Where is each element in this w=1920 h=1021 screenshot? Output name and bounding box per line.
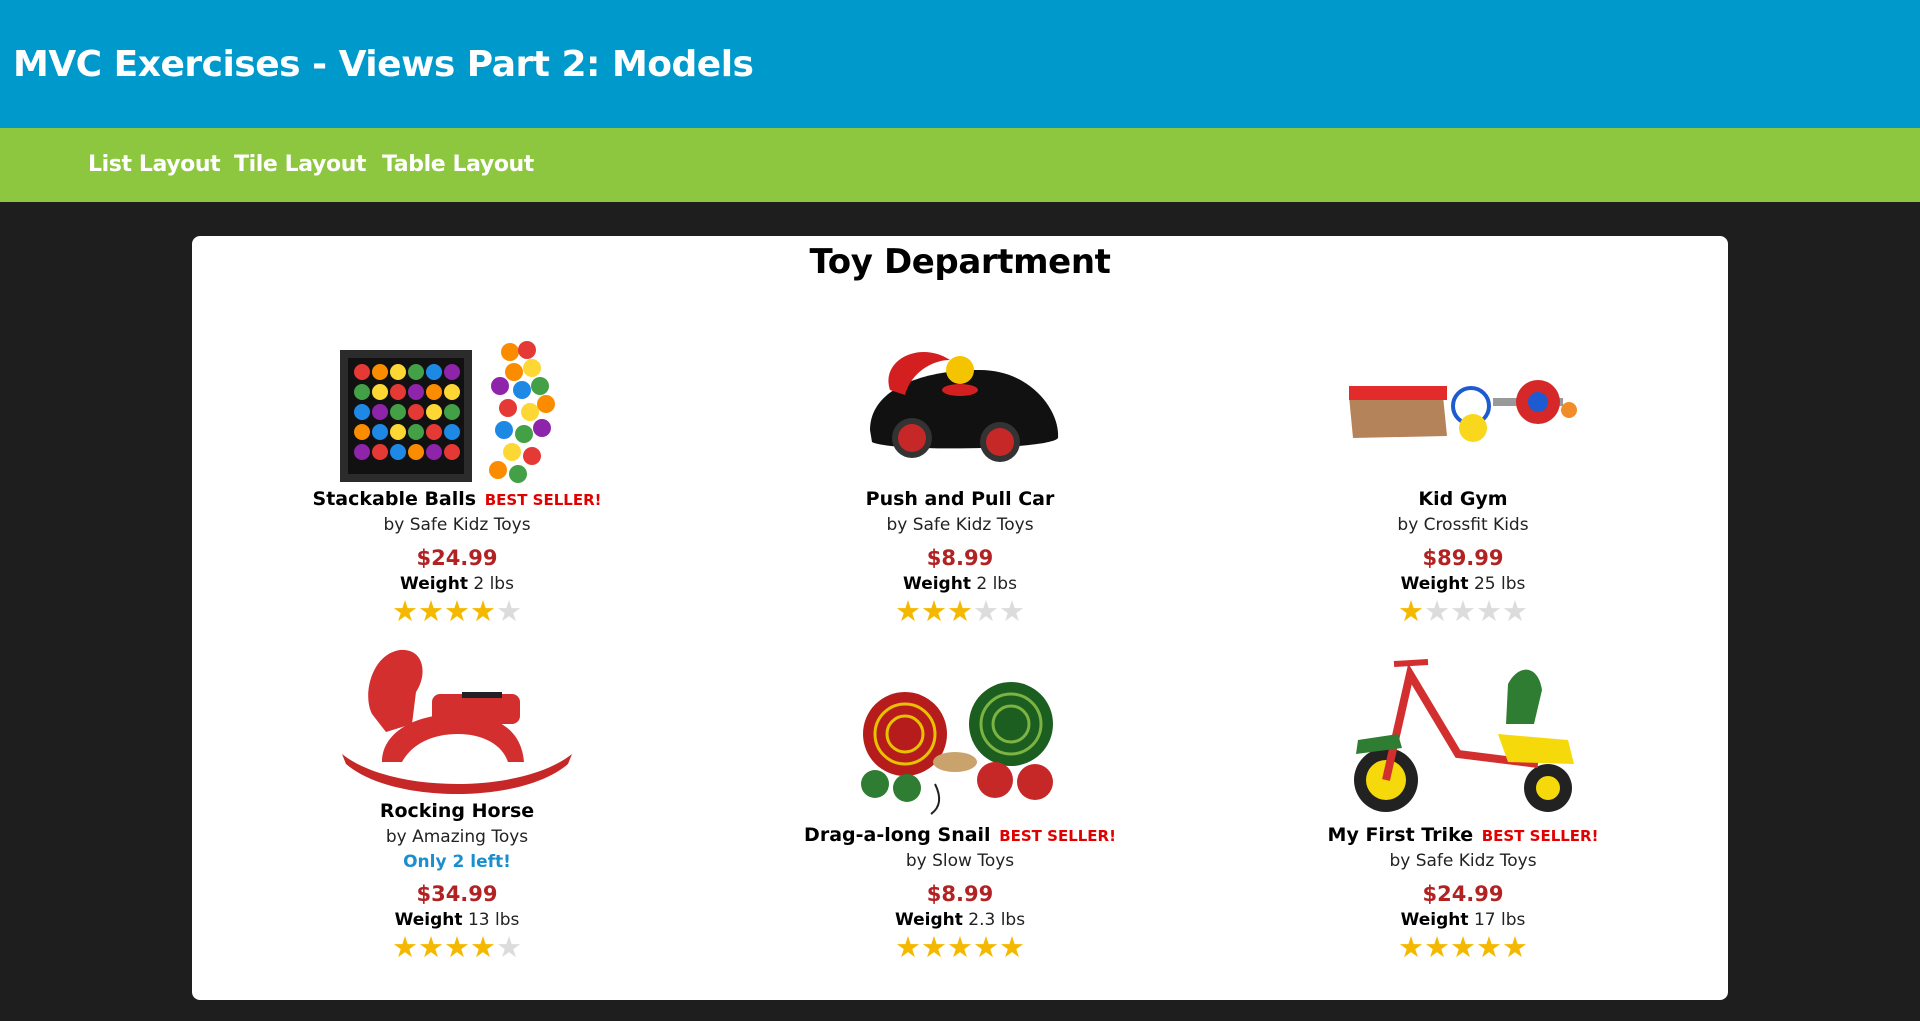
product-weight: Weight 2.3 lbs xyxy=(894,910,1026,930)
product-price: $8.99 xyxy=(926,546,994,570)
product-price: $34.99 xyxy=(416,882,498,906)
trike-image xyxy=(1354,659,1574,812)
rating-stars: ★★★★★ xyxy=(1273,596,1653,626)
rocking-horse-image xyxy=(342,649,572,794)
product-price: $8.99 xyxy=(926,882,994,906)
product-brand: by Slow Toys xyxy=(905,851,1015,871)
star-empty-icon: ★ xyxy=(999,594,1025,628)
rating-stars: ★★★★★ xyxy=(770,932,1150,962)
star-filled-icon: ★ xyxy=(1450,930,1476,964)
rating-stars: ★★★★★ xyxy=(770,596,1150,626)
nav-list-layout[interactable]: List Layout xyxy=(88,152,221,177)
star-filled-icon: ★ xyxy=(947,594,973,628)
stock-note: Only 2 left! xyxy=(403,852,511,872)
star-filled-icon: ★ xyxy=(1502,930,1528,964)
product-brand: by Safe Kidz Toys xyxy=(1389,851,1537,871)
toy-department-panel: Toy Department Stackable Balls BEST SELL… xyxy=(192,236,1728,1000)
star-filled-icon: ★ xyxy=(1424,930,1450,964)
site-title: MVC Exercises - Views Part 2: Models xyxy=(13,44,754,85)
push-pull-car-image xyxy=(870,351,1059,462)
star-empty-icon: ★ xyxy=(973,594,999,628)
product-price: $89.99 xyxy=(1422,546,1504,570)
stackable-balls-image xyxy=(340,341,555,483)
product-name[interactable]: Push and Pull Car xyxy=(770,486,1150,512)
product-weight: Weight 17 lbs xyxy=(1400,910,1526,930)
star-filled-icon: ★ xyxy=(973,930,999,964)
department-title: Toy Department xyxy=(809,242,1111,282)
product-name[interactable]: Stackable Balls BEST SELLER! xyxy=(267,486,647,512)
snail-image xyxy=(861,682,1053,815)
product-price: $24.99 xyxy=(1422,882,1504,906)
product-name[interactable]: My First Trike BEST SELLER! xyxy=(1273,822,1653,848)
product-card[interactable]: My First Trike BEST SELLER! by Safe Kidz… xyxy=(1273,644,1653,984)
star-empty-icon: ★ xyxy=(496,594,522,628)
product-weight: Weight 25 lbs xyxy=(1400,574,1526,594)
kid-gym-image xyxy=(1349,380,1577,442)
product-card[interactable]: Drag-a-long Snail BEST SELLER! by Slow T… xyxy=(770,644,1150,984)
product-weight: Weight 13 lbs xyxy=(394,910,520,930)
star-filled-icon: ★ xyxy=(1398,930,1424,964)
star-filled-icon: ★ xyxy=(418,594,444,628)
star-empty-icon: ★ xyxy=(1450,594,1476,628)
product-weight: Weight 2 lbs xyxy=(903,574,1017,594)
star-filled-icon: ★ xyxy=(1398,594,1424,628)
best-seller-badge: BEST SELLER! xyxy=(484,491,602,509)
nav-tile-layout[interactable]: Tile Layout xyxy=(234,152,366,177)
star-filled-icon: ★ xyxy=(418,930,444,964)
star-filled-icon: ★ xyxy=(392,930,418,964)
star-filled-icon: ★ xyxy=(392,594,418,628)
star-filled-icon: ★ xyxy=(895,594,921,628)
best-seller-badge: BEST SELLER! xyxy=(1481,827,1599,845)
site-header: MVC Exercises - Views Part 2: Models xyxy=(0,0,1920,128)
star-filled-icon: ★ xyxy=(947,930,973,964)
product-card[interactable]: Stackable Balls BEST SELLER! by Safe Kid… xyxy=(267,316,647,626)
star-empty-icon: ★ xyxy=(496,930,522,964)
product-card[interactable]: Kid Gym by Crossfit Kids $89.99 Weight 2… xyxy=(1273,316,1653,626)
product-brand: by Amazing Toys xyxy=(385,827,529,847)
star-filled-icon: ★ xyxy=(444,930,470,964)
star-filled-icon: ★ xyxy=(895,930,921,964)
star-filled-icon: ★ xyxy=(999,930,1025,964)
product-brand: by Safe Kidz Toys xyxy=(886,515,1034,535)
product-name[interactable]: Rocking Horse xyxy=(267,798,647,824)
main-nav: List Layout Tile Layout Table Layout xyxy=(0,128,1920,202)
product-weight: Weight 2 lbs xyxy=(400,574,514,594)
product-name[interactable]: Kid Gym xyxy=(1273,486,1653,512)
rating-stars: ★★★★★ xyxy=(267,932,647,962)
rating-stars: ★★★★★ xyxy=(267,596,647,626)
product-price: $24.99 xyxy=(416,546,498,570)
product-brand: by Crossfit Kids xyxy=(1397,515,1529,535)
star-filled-icon: ★ xyxy=(470,594,496,628)
star-filled-icon: ★ xyxy=(921,930,947,964)
nav-table-layout[interactable]: Table Layout xyxy=(382,152,534,177)
star-empty-icon: ★ xyxy=(1476,594,1502,628)
star-filled-icon: ★ xyxy=(1476,930,1502,964)
best-seller-badge: BEST SELLER! xyxy=(999,827,1116,845)
star-filled-icon: ★ xyxy=(470,930,496,964)
star-empty-icon: ★ xyxy=(1502,594,1528,628)
rating-stars: ★★★★★ xyxy=(1273,932,1653,962)
star-empty-icon: ★ xyxy=(1424,594,1450,628)
star-filled-icon: ★ xyxy=(444,594,470,628)
product-name[interactable]: Drag-a-long Snail BEST SELLER! xyxy=(770,822,1150,848)
product-card[interactable]: Rocking Horse by Amazing Toys Only 2 lef… xyxy=(267,644,647,984)
product-brand: by Safe Kidz Toys xyxy=(383,515,531,535)
star-filled-icon: ★ xyxy=(921,594,947,628)
product-card[interactable]: Push and Pull Car by Safe Kidz Toys $8.9… xyxy=(770,316,1150,626)
